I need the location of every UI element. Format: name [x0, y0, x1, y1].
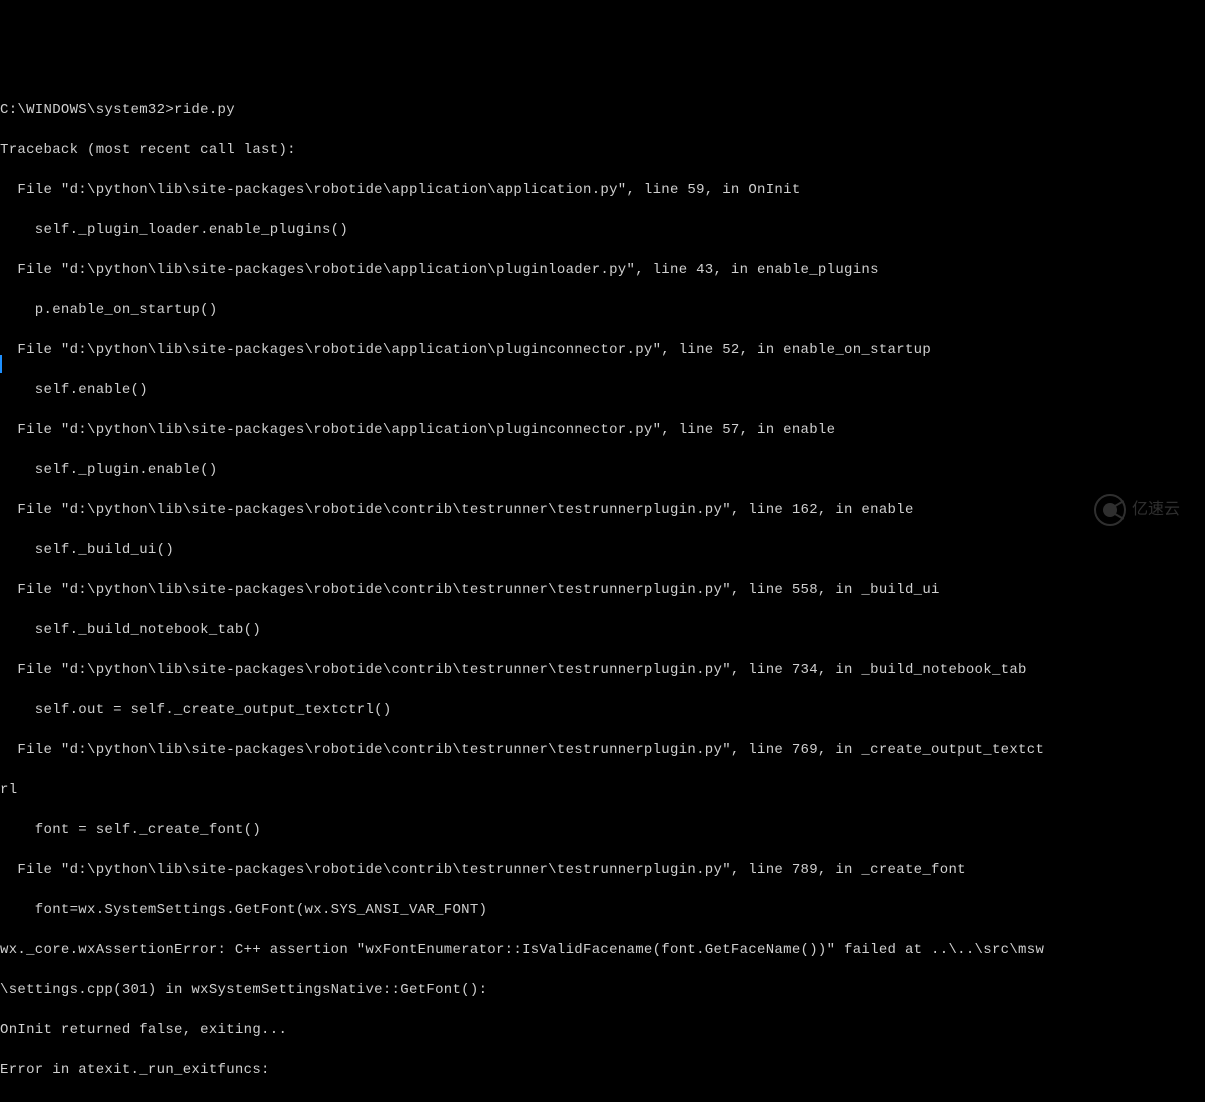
watermark-text: 亿速云	[1132, 500, 1180, 520]
terminal-output[interactable]: C:\WINDOWS\system32>ride.py Traceback (m…	[0, 80, 1205, 1102]
terminal-line: File "d:\python\lib\site-packages\roboti…	[0, 500, 1205, 520]
terminal-line: File "d:\python\lib\site-packages\roboti…	[0, 860, 1205, 880]
terminal-line: OnInit returned false, exiting...	[0, 1020, 1205, 1040]
terminal-line: File "d:\python\lib\site-packages\roboti…	[0, 180, 1205, 200]
watermark: 亿速云	[1094, 494, 1180, 526]
terminal-line: wx._core.wxAssertionError: C++ assertion…	[0, 940, 1205, 960]
terminal-line: self.enable()	[0, 380, 1205, 400]
terminal-line: self._plugin.enable()	[0, 460, 1205, 480]
terminal-line: wx._core.wxAssertionError: C++ assertion…	[0, 1100, 1205, 1102]
terminal-line: \settings.cpp(301) in wxSystemSettingsNa…	[0, 980, 1205, 1000]
terminal-line: File "d:\python\lib\site-packages\roboti…	[0, 740, 1205, 760]
terminal-line: File "d:\python\lib\site-packages\roboti…	[0, 340, 1205, 360]
watermark-logo-icon	[1094, 494, 1126, 526]
terminal-line: font=wx.SystemSettings.GetFont(wx.SYS_AN…	[0, 900, 1205, 920]
terminal-line: self.out = self._create_output_textctrl(…	[0, 700, 1205, 720]
terminal-line: Traceback (most recent call last):	[0, 140, 1205, 160]
cursor-indicator	[0, 355, 2, 373]
terminal-line: self._build_ui()	[0, 540, 1205, 560]
terminal-line: File "d:\python\lib\site-packages\roboti…	[0, 260, 1205, 280]
terminal-line: C:\WINDOWS\system32>ride.py	[0, 100, 1205, 120]
terminal-line: p.enable_on_startup()	[0, 300, 1205, 320]
terminal-line: self._plugin_loader.enable_plugins()	[0, 220, 1205, 240]
terminal-line: File "d:\python\lib\site-packages\roboti…	[0, 580, 1205, 600]
terminal-line: font = self._create_font()	[0, 820, 1205, 840]
terminal-line: File "d:\python\lib\site-packages\roboti…	[0, 660, 1205, 680]
terminal-line: Error in atexit._run_exitfuncs:	[0, 1060, 1205, 1080]
terminal-line: self._build_notebook_tab()	[0, 620, 1205, 640]
terminal-line: File "d:\python\lib\site-packages\roboti…	[0, 420, 1205, 440]
terminal-line: rl	[0, 780, 1205, 800]
